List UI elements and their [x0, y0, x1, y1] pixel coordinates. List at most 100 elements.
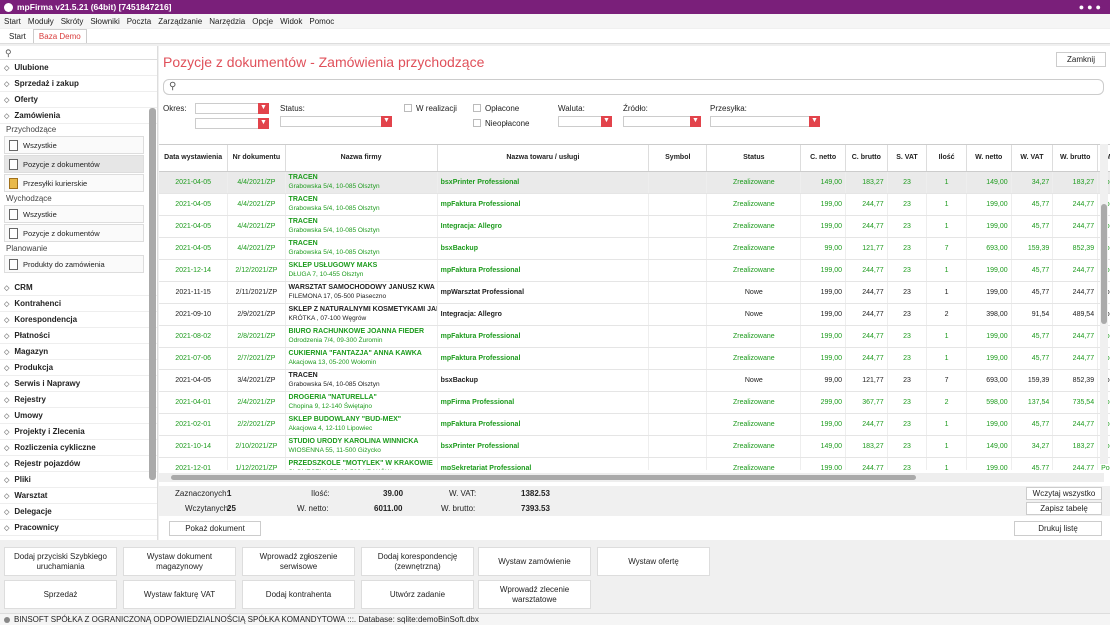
sidebar-section[interactable]: ◇ Umowy: [0, 408, 157, 424]
sidebar-item-przesylki[interactable]: Przesyłki kurierskie: [4, 174, 144, 192]
oplacone-checkbox[interactable]: [473, 104, 481, 112]
sidebar-section[interactable]: ◇ Ulubione: [0, 60, 157, 76]
okres-to-select[interactable]: ▼: [195, 118, 269, 129]
sidebar-section[interactable]: ◇ Rejestry: [0, 392, 157, 408]
show-document-button[interactable]: Pokaż dokument: [169, 521, 261, 536]
sidebar-section[interactable]: ◇ Projekty i Zlecenia: [0, 424, 157, 440]
sidebar-section[interactable]: ◇ Delegacje: [0, 504, 157, 520]
sidebar-section[interactable]: ◇ Warsztat: [0, 488, 157, 504]
sidebar-item-wych-pozycje[interactable]: Pozycje z dokumentów: [4, 224, 144, 242]
sidebar-section[interactable]: ◇ Rejestr pojazdów: [0, 456, 157, 472]
print-list-button[interactable]: Drukuj listę: [1014, 521, 1102, 536]
sidebar-section[interactable]: ◇ Kontrahenci: [0, 296, 157, 312]
menu-item[interactable]: Start: [4, 17, 21, 26]
table-row[interactable]: 2021-02-01 2/2/2021/ZP SKLEP BUDOWLANY "BU…: [159, 413, 1110, 436]
table-row[interactable]: 2021-04-05 3/4/2021/ZP TRACEN Grabowska 5/4…: [159, 369, 1110, 392]
column-header[interactable]: Nazwa towaru / usługi: [437, 145, 650, 172]
quick-button[interactable]: Wprowadź zlecenie warsztatowe: [478, 580, 591, 609]
sidebar-section[interactable]: ◇ Serwis i Naprawy: [0, 376, 157, 392]
table-row[interactable]: 2021-04-01 2/4/2021/ZP DROGERIA "NATURELLA…: [159, 391, 1110, 414]
window-controls-icon[interactable]: ●●●: [1079, 2, 1104, 12]
menu-item[interactable]: Narzędzia: [209, 17, 245, 26]
status-select[interactable]: ▼: [280, 116, 392, 127]
grid-vertical-scrollbar[interactable]: [1100, 144, 1108, 464]
save-table-button[interactable]: Zapisz tabelę: [1026, 502, 1102, 515]
sidebar-search[interactable]: ⚲: [0, 46, 157, 60]
quick-button[interactable]: Dodaj korespondencję (zewnętrzną): [361, 547, 474, 576]
quick-button[interactable]: Wystaw ofertę: [597, 547, 710, 576]
quick-button[interactable]: Wprowadź zgłoszenie serwisowe: [242, 547, 355, 576]
quick-button[interactable]: Dodaj kontrahenta: [242, 580, 355, 609]
close-button[interactable]: Zamknij: [1056, 52, 1106, 67]
sidebar-section[interactable]: ◇ CRM: [0, 280, 157, 296]
okres-from-select[interactable]: ▼: [195, 103, 269, 114]
quick-button[interactable]: Sprzedaż: [4, 580, 117, 609]
sidebar-item-wych-wszystkie[interactable]: Wszystkie: [4, 205, 144, 223]
menu-item[interactable]: Słowniki: [90, 17, 119, 26]
column-header[interactable]: Status: [706, 145, 802, 172]
column-header[interactable]: W. brutto: [1052, 145, 1099, 172]
quick-button[interactable]: Wystaw fakturę VAT: [123, 580, 236, 609]
menu-item[interactable]: Zarządzanie: [158, 17, 202, 26]
menu-item[interactable]: Opcje: [252, 17, 273, 26]
column-header[interactable]: S. VAT: [887, 145, 928, 172]
menu-item[interactable]: Pomoc: [309, 17, 334, 26]
sidebar-section[interactable]: ◇ Korespondencja: [0, 312, 157, 328]
sidebar-item-przych-wszystkie[interactable]: Wszystkie: [4, 136, 144, 154]
quick-button[interactable]: Wystaw dokument magazynowy: [123, 547, 236, 576]
load-all-button[interactable]: Wczytaj wszystko: [1026, 487, 1102, 500]
column-header[interactable]: Symbol: [648, 145, 708, 172]
table-row[interactable]: 2021-12-14 2/12/2021/ZP SKLEP USŁUGOWY MAK…: [159, 259, 1110, 282]
table-row[interactable]: 2021-04-05 4/4/2021/ZP TRACEN Grabowska 5/4…: [159, 193, 1110, 216]
table-row[interactable]: 2021-04-05 4/4/2021/ZP TRACEN Grabowska 5/4…: [159, 171, 1110, 194]
table-row[interactable]: 2021-12-01 1/12/2021/ZP PRZEDSZKOLE "MOTYL…: [159, 457, 1110, 470]
sidebar-section[interactable]: ◇ Sprzedaż i zakup: [0, 76, 157, 92]
table-row[interactable]: 2021-08-02 2/8/2021/ZP BIURO RACHUNKOWE JO…: [159, 325, 1110, 348]
menu-item[interactable]: Moduły: [28, 17, 54, 26]
table-row[interactable]: 2021-04-05 4/4/2021/ZP TRACEN Grabowska 5/4…: [159, 237, 1110, 260]
column-header[interactable]: W. netto: [966, 145, 1012, 172]
menu-item[interactable]: Poczta: [127, 17, 151, 26]
column-header[interactable]: C. brutto: [845, 145, 888, 172]
sidebar-section[interactable]: ◇ Pracownicy: [0, 520, 157, 536]
scroll-thumb[interactable]: [171, 475, 916, 480]
scroll-thumb[interactable]: [1101, 204, 1107, 324]
column-header[interactable]: Nr dokumentu: [227, 145, 286, 172]
sidebar-section[interactable]: ◇ Produkcja: [0, 360, 157, 376]
column-header[interactable]: Data wystawienia: [159, 145, 229, 172]
column-header[interactable]: C. netto: [800, 145, 846, 172]
waluta-select[interactable]: ▼: [558, 116, 612, 127]
tab-baza-demo[interactable]: Baza Demo: [32, 29, 87, 43]
quick-button[interactable]: Utwórz zadanie: [361, 580, 474, 609]
przesylka-select[interactable]: ▼: [710, 116, 820, 127]
table-row[interactable]: 2021-04-05 4/4/2021/ZP TRACEN Grabowska 5/4…: [159, 215, 1110, 238]
sidebar-item-produkty[interactable]: Produkty do zamówienia: [4, 255, 144, 273]
sidebar-item-przych-pozycje[interactable]: Pozycje z dokumentów: [4, 155, 144, 173]
quick-button[interactable]: Wystaw zamówienie: [478, 547, 591, 576]
search-input[interactable]: ⚲: [163, 79, 1104, 95]
grid-horizontal-scrollbar[interactable]: [159, 473, 1104, 482]
table-row[interactable]: 2021-07-06 2/7/2021/ZP CUKIERNIA "FANTAZJA…: [159, 347, 1110, 370]
sidebar-section[interactable]: ◇ Oferty: [0, 92, 157, 108]
sidebar-section[interactable]: ◇ Pliki: [0, 472, 157, 488]
zrodlo-select[interactable]: ▼: [623, 116, 701, 127]
sidebar-scrollbar[interactable]: [149, 108, 156, 480]
menu-item[interactable]: Skróty: [61, 17, 84, 26]
column-header[interactable]: W. VAT: [1011, 145, 1054, 172]
quick-button[interactable]: Dodaj przyciski Szybkiego uruchamiania: [4, 547, 117, 576]
table-row[interactable]: 2021-09-10 2/9/2021/ZP SKLEP Z NATURALNYMI…: [159, 303, 1110, 326]
column-header[interactable]: Ilość: [926, 145, 967, 172]
sidebar-section[interactable]: ◇ Płatności: [0, 328, 157, 344]
w-realizacji-checkbox[interactable]: [404, 104, 412, 112]
tab-start[interactable]: Start: [4, 30, 31, 43]
table-row[interactable]: 2021-10-14 2/10/2021/ZP STUDIO URODY KAROL…: [159, 435, 1110, 458]
sidebar-section[interactable]: ◇ Rozliczenia cykliczne: [0, 440, 157, 456]
column-header[interactable]: Nazwa firmy: [285, 145, 438, 172]
cell-wnetto: 149,00: [966, 171, 1012, 194]
cell-ilosc: 2: [926, 391, 967, 414]
menu-item[interactable]: Widok: [280, 17, 302, 26]
nieoplacone-checkbox[interactable]: [473, 119, 481, 127]
sidebar-section[interactable]: ◇ Magazyn: [0, 344, 157, 360]
sidebar-section[interactable]: ◇ Zamówienia: [0, 108, 157, 124]
table-row[interactable]: 2021-11-15 2/11/2021/ZP WARSZTAT SAMOCHODO…: [159, 281, 1110, 304]
